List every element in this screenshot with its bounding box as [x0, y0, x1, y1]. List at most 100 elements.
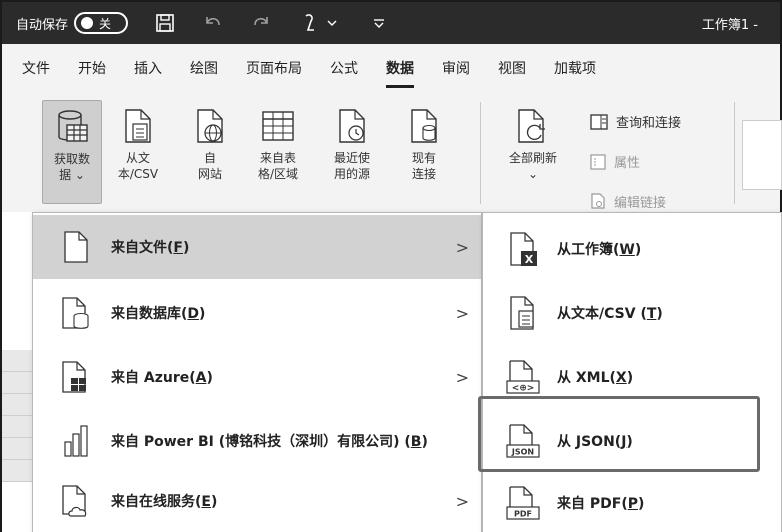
- submenu-arrow-icon: >: [455, 237, 469, 257]
- save-icon[interactable]: [154, 12, 176, 34]
- excel-file-icon: X: [505, 229, 543, 269]
- menu-item-from-file[interactable]: 来自文件(F) >: [33, 215, 481, 279]
- from-text-label-2: 本/CSV: [117, 167, 159, 181]
- submenu-item-label: 从文本/CSV (T): [557, 306, 663, 322]
- tab-view[interactable]: 视图: [484, 44, 540, 94]
- queries-icon: [590, 113, 608, 130]
- database-icon: [59, 293, 93, 333]
- submenu-arrow-icon: >: [455, 303, 469, 323]
- tab-home[interactable]: 开始: [64, 44, 120, 94]
- ribbon-tabs: 文件 开始 插入 绘图 页面布局 公式 数据 审阅 视图 加载项: [2, 44, 780, 94]
- existing-connections-label-1: 现有: [411, 151, 436, 165]
- tab-addins[interactable]: 加载项: [540, 44, 610, 94]
- row-header: [2, 394, 32, 416]
- get-data-menu: 来自文件(F) > 来自数据库(D) > 来自 Azure(A) > 来自 Po…: [32, 212, 482, 532]
- from-web-label-1: 自: [203, 151, 216, 165]
- menu-item-from-database[interactable]: 来自数据库(D) >: [33, 281, 481, 345]
- menu-item-from-azure[interactable]: 来自 Azure(A) >: [33, 345, 481, 409]
- edit-links-icon: [591, 193, 605, 209]
- web-file-icon: [197, 109, 223, 143]
- refresh-all-label-2: ⌄: [527, 167, 539, 181]
- recent-sources-label-1: 最近使: [333, 151, 370, 165]
- autosave-label: 自动保存: [16, 17, 69, 33]
- from-text-label-1: 从文: [125, 151, 150, 165]
- submenu-item-from-text-csv[interactable]: 从文本/CSV (T): [483, 281, 781, 345]
- submenu-item-label: 从 JSON(J): [557, 434, 633, 450]
- row-header: [2, 416, 32, 438]
- get-data-label-1: 获取数: [53, 152, 90, 166]
- from-web-label-2: 网站: [197, 167, 222, 181]
- menu-item-from-online-services[interactable]: 来自在线服务(E) >: [33, 469, 481, 532]
- get-data-label-2: 据 ⌄: [59, 168, 85, 182]
- title-bar: 自动保存 关 工作簿1 -: [2, 2, 780, 44]
- properties-icon: [590, 153, 606, 170]
- connection-file-icon: [411, 109, 437, 143]
- tab-data[interactable]: 数据: [372, 44, 428, 94]
- workbook-title: 工作簿1 -: [701, 18, 758, 33]
- database-table-icon: [58, 110, 88, 142]
- row-header: [2, 350, 32, 372]
- tab-formulas[interactable]: 公式: [316, 44, 372, 94]
- submenu-arrow-icon: >: [455, 491, 469, 511]
- submenu-item-from-workbook[interactable]: X 从工作簿(W): [483, 217, 781, 281]
- edit-links-button[interactable]: 编辑链接: [590, 192, 666, 210]
- customize-toolbar-icon[interactable]: [368, 12, 390, 34]
- row-header: [2, 372, 32, 394]
- from-table-range-button[interactable]: 来自表 格/区域: [248, 100, 308, 204]
- recent-sources-button[interactable]: 最近使 用的源: [322, 100, 382, 204]
- tab-insert[interactable]: 插入: [120, 44, 176, 94]
- touch-mode-icon[interactable]: [298, 12, 342, 34]
- json-icon-text: JSON: [511, 448, 534, 457]
- refresh-all-button[interactable]: 全部刷新 ⌄: [496, 100, 570, 204]
- xml-icon-text: <⊕>: [512, 384, 535, 394]
- ribbon-separator-2: [734, 102, 735, 204]
- queries-connections-label: 查询和连接: [616, 116, 682, 131]
- ribbon-panel: 获取数 据 ⌄ 从文 本/CSV 自 网站 来自表 格/区域 最近使 用的源 现…: [2, 94, 782, 212]
- text-file-icon: [505, 293, 543, 333]
- table-icon: [262, 111, 294, 141]
- sheet-row-headers: [2, 212, 32, 532]
- json-file-icon: JSON: [505, 421, 543, 461]
- tab-review[interactable]: 审阅: [428, 44, 484, 94]
- submenu-item-from-pdf[interactable]: PDF 来自 PDF(P): [483, 471, 781, 532]
- submenu-item-label: 从工作簿(W): [557, 242, 642, 258]
- recent-file-icon: [339, 109, 365, 143]
- row-header: [2, 438, 32, 460]
- submenu-item-label: 来自 PDF(P): [557, 496, 645, 512]
- refresh-all-label-1: 全部刷新: [508, 151, 557, 165]
- submenu-item-from-xml[interactable]: <⊕> 从 XML(X): [483, 345, 781, 409]
- menu-item-label: 来自 Power BI (博铭科技（深圳）有限公司) (B): [111, 434, 428, 450]
- tab-page-layout[interactable]: 页面布局: [232, 44, 316, 94]
- from-table-label-1: 来自表: [259, 151, 296, 165]
- refresh-file-icon: [518, 109, 545, 143]
- tab-file[interactable]: 文件: [2, 44, 64, 94]
- undo-icon[interactable]: [202, 12, 224, 34]
- menu-item-label: 来自 Azure(A): [111, 370, 213, 386]
- queries-connections-button[interactable]: 查询和连接: [590, 112, 681, 131]
- get-data-button[interactable]: 获取数 据 ⌄: [42, 100, 102, 204]
- xml-file-icon: <⊕>: [505, 357, 543, 397]
- azure-icon: [59, 357, 93, 397]
- powerbi-icon: [59, 421, 93, 461]
- autosave-toggle[interactable]: 关: [74, 12, 129, 34]
- menu-item-label: 来自文件(F): [111, 240, 190, 256]
- recent-sources-label-2: 用的源: [333, 167, 370, 181]
- from-text-csv-button[interactable]: 从文 本/CSV: [108, 100, 168, 204]
- excel-icon-letter: X: [525, 253, 534, 266]
- text-file-icon: [125, 109, 151, 143]
- from-web-button[interactable]: 自 网站: [180, 100, 240, 204]
- tab-draw[interactable]: 绘图: [176, 44, 232, 94]
- properties-button[interactable]: 属性: [590, 152, 640, 171]
- submenu-item-from-json[interactable]: JSON 从 JSON(J): [483, 409, 781, 473]
- redo-icon[interactable]: [250, 12, 272, 34]
- from-table-label-2: 格/区域: [257, 167, 299, 181]
- cloud-file-icon: [59, 481, 93, 521]
- ribbon-separator: [480, 102, 481, 204]
- submenu-arrow-icon: >: [455, 367, 469, 387]
- ribbon-partial-control: [742, 120, 782, 190]
- edit-links-label: 编辑链接: [614, 195, 667, 211]
- menu-item-from-power-bi[interactable]: 来自 Power BI (博铭科技（深圳）有限公司) (B): [33, 409, 481, 473]
- file-icon: [59, 227, 93, 267]
- properties-label: 属性: [614, 156, 641, 171]
- existing-connections-button[interactable]: 现有 连接: [394, 100, 454, 204]
